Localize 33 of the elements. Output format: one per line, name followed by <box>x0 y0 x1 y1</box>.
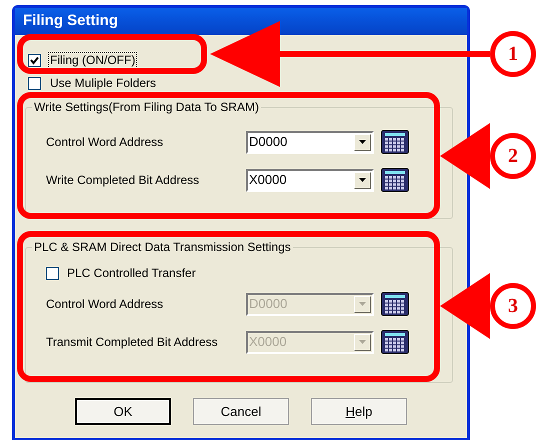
checkbox-label[interactable]: Filing (ON/OFF) <box>49 53 136 68</box>
window-title: Filing Setting <box>23 11 118 32</box>
dropdown-button[interactable] <box>354 172 371 188</box>
calculator-icon[interactable] <box>381 168 409 192</box>
address-combo[interactable]: X0000 <box>246 168 374 192</box>
group-title: Write Settings(From Filing Data To SRAM) <box>32 100 261 115</box>
callout-arrow <box>440 273 490 339</box>
callout-number: 3 <box>490 283 536 329</box>
caret-icon <box>359 178 366 182</box>
group-title: PLC & SRAM Direct Data Transmission Settings <box>32 240 293 255</box>
field-label: Control Word Address <box>46 134 164 151</box>
field-label: Write Completed Bit Address <box>46 172 200 189</box>
caret-icon <box>359 340 366 344</box>
caret-icon <box>359 302 366 306</box>
calculator-icon[interactable] <box>381 330 409 354</box>
callout-number: 2 <box>490 133 536 179</box>
caret-icon <box>359 140 366 144</box>
dialog-button[interactable]: OK <box>75 398 171 425</box>
dropdown-button[interactable] <box>354 134 371 150</box>
field-label: Control Word Address <box>46 296 164 313</box>
checkbox-label[interactable]: PLC Controlled Transfer <box>67 264 196 282</box>
callout-arrow <box>440 123 490 189</box>
calculator-icon[interactable] <box>381 130 409 154</box>
dialog-button[interactable]: Cancel <box>193 398 289 425</box>
dialog-button[interactable]: Help <box>311 398 407 425</box>
callout-number: 1 <box>490 31 536 77</box>
checkbox[interactable] <box>28 54 41 67</box>
checkbox[interactable] <box>46 266 59 280</box>
checkbox-label[interactable]: Use Muliple Folders <box>49 76 158 91</box>
calculator-icon[interactable] <box>381 292 409 316</box>
address-combo[interactable]: D0000 <box>246 130 374 154</box>
field-label: Transmit Completed Bit Address <box>46 334 219 351</box>
checkbox[interactable] <box>28 77 41 90</box>
